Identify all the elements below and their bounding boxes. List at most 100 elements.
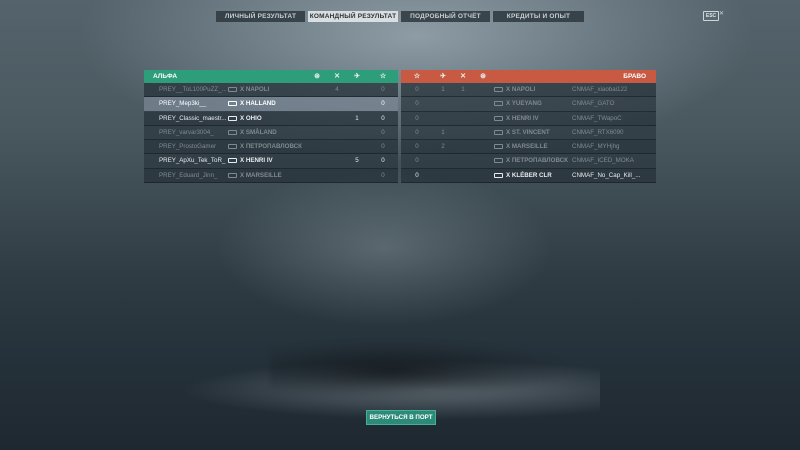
stat-score: 0 — [415, 100, 419, 108]
stat-kills: 5 — [355, 157, 359, 165]
ship-name: X MARSEILLE — [240, 171, 282, 179]
ship-class-icon — [494, 101, 503, 107]
return-to-port-button[interactable]: ВЕРНУТЬСЯ В ПОРТ — [366, 410, 436, 425]
team-bravo-list: 0 1 1 X NAPOLI CNMAF_xiaobai122 0 X YUEYANG CNM… — [401, 83, 656, 184]
player-row[interactable]: PREY_Eduard_Jinn_ X MARSEILLE 0 — [144, 168, 398, 184]
player-name: PREY_Classic_maestr... — [159, 114, 227, 122]
ship-name: X SMÅLAND — [240, 128, 277, 136]
stat-score: 0 — [381, 128, 385, 136]
player-name: PREY_Eduard_Jinn_ — [159, 171, 218, 179]
crossed-guns-icon: ✕ — [460, 73, 466, 80]
ship-name: X OHIO — [240, 114, 262, 122]
ship-class-icon — [494, 172, 503, 178]
ship-class-icon — [494, 87, 503, 92]
ship-name: X NAPOLI — [240, 86, 270, 93]
stat-score: 0 — [381, 100, 385, 108]
esc-key-icon[interactable]: ESC — [703, 11, 719, 21]
stat-score: 0 — [415, 143, 419, 151]
player-name: CNMAF_ICED_MOKA — [572, 157, 634, 165]
player-row[interactable]: PREY_Mep3ki__ X HALLAND 0 — [144, 97, 398, 112]
ship-name: X ПЕТРОПАВЛОВСК — [240, 143, 302, 151]
stat-kills: 1 — [461, 86, 465, 93]
crossed-guns-icon: ✕ — [334, 73, 340, 80]
stat-planes: 1 — [441, 86, 445, 93]
ship-class-icon — [494, 144, 503, 150]
background-ship — [270, 340, 570, 400]
result-tabs: ЛИЧНЫЙ РЕЗУЛЬТАТ КОМАНДНЫЙ РЕЗУЛЬТАТ ПОД… — [216, 11, 584, 22]
ship-class-icon — [228, 101, 237, 107]
player-name: CNMAF_RTX6090 — [572, 128, 624, 136]
team-alpha-header: АЛЬФА ⊛ ✕ ✈ ☆ — [144, 70, 398, 83]
ship-name: X HALLAND — [240, 100, 276, 108]
stat-score: 0 — [381, 114, 385, 122]
stat-score: 0 — [415, 171, 419, 179]
ship-name: X MARSEILLE — [506, 143, 548, 151]
ship-name: X YUEYANG — [506, 100, 542, 108]
player-row[interactable]: 0 1 X ST. VINCENT CNMAF_RTX6090 — [401, 125, 656, 141]
player-row[interactable]: PREY_Classic_maestr... X OHIO 1 0 — [144, 111, 398, 126]
stat-score: 0 — [381, 86, 385, 93]
player-name: PREY_ProstoGamer — [159, 143, 217, 151]
stat-score: 0 — [415, 86, 419, 93]
player-name: PREY__ToL100PuZZ_... — [159, 86, 227, 93]
stat-planes: 1 — [441, 128, 445, 136]
tab-team-result[interactable]: КОМАНДНЫЙ РЕЗУЛЬТАТ — [308, 11, 398, 22]
player-row[interactable]: PREY_ProstoGamer X ПЕТРОПАВЛОВСК 0 — [144, 140, 398, 155]
ribbon-icon: ⊛ — [314, 73, 320, 80]
player-name: PREY_Mep3ki__ — [159, 100, 207, 108]
team-bravo-name: БРАВО — [623, 73, 646, 80]
player-row[interactable]: 0 X ПЕТРОПАВЛОВСК CNMAF_ICED_MOKA — [401, 154, 656, 169]
team-alpha-name: АЛЬФА — [153, 73, 178, 80]
tab-credits-xp[interactable]: КРЕДИТЫ И ОПЫТ — [493, 11, 584, 22]
ship-name: X ST. VINCENT — [506, 128, 550, 136]
player-row[interactable]: 0 2 X MARSEILLE CNMAF_MYHjhg — [401, 140, 656, 155]
player-row[interactable]: PREY_varvar3004_ X SMÅLAND 0 — [144, 125, 398, 141]
ship-class-icon — [228, 129, 237, 135]
player-row[interactable]: 0 X KLÉBER CLR CNMAF_No_Cap_Kill_... — [401, 168, 656, 184]
tab-detailed-report[interactable]: ПОДРОБНЫЙ ОТЧЁТ — [401, 11, 490, 22]
ship-class-icon — [228, 172, 237, 178]
player-name: CNMAF_No_Cap_Kill_... — [572, 171, 641, 179]
ship-class-icon — [228, 158, 237, 164]
star-icon: ☆ — [379, 73, 387, 80]
close-icon[interactable]: ✕ — [719, 10, 724, 17]
stat-ribbons: 4 — [335, 86, 339, 93]
team-alpha-panel: АЛЬФА ⊛ ✕ ✈ ☆ PREY__ToL100PuZZ_... X NAPO… — [144, 70, 398, 184]
player-name: CNMAF_xiaobai122 — [572, 86, 628, 93]
ship-class-icon — [494, 115, 503, 121]
star-icon: ☆ — [413, 73, 421, 80]
stat-score: 0 — [381, 171, 385, 179]
player-row[interactable]: PREY_ApXu_Tek_ToR_ X HENRI IV 5 0 — [144, 154, 398, 169]
stat-score: 0 — [415, 157, 419, 165]
ship-name: X HENRI IV — [240, 157, 273, 165]
plane-icon: ✈ — [354, 73, 360, 80]
player-name: CNMAF_GATO — [572, 100, 615, 108]
player-name: CNMAF_TWapoC — [572, 114, 622, 122]
team-bravo-panel: ☆ ✈ ✕ ⊛ БРАВО 0 1 1 X NAPOLI CNMAF_xiaobai12… — [401, 70, 656, 184]
stat-score: 0 — [381, 143, 385, 151]
team-bravo-header: ☆ ✈ ✕ ⊛ БРАВО — [401, 70, 656, 83]
ship-name: X NAPOLI — [506, 86, 536, 93]
ship-name: X KLÉBER CLR — [506, 171, 552, 179]
player-name: CNMAF_MYHjhg — [572, 143, 620, 151]
ship-class-icon — [228, 115, 237, 121]
team-alpha-list: PREY__ToL100PuZZ_... X NAPOLI 4 0 PREY_Mep3k… — [144, 83, 398, 184]
ship-class-icon — [228, 144, 237, 150]
stat-score: 0 — [415, 114, 419, 122]
player-row[interactable]: 0 X HENRI IV CNMAF_TWapoC — [401, 111, 656, 126]
stat-kills: 1 — [355, 114, 359, 122]
player-row[interactable]: 0 1 1 X NAPOLI CNMAF_xiaobai122 — [401, 83, 656, 98]
ship-class-icon — [228, 87, 237, 92]
stat-score: 0 — [381, 157, 385, 165]
player-name: PREY_ApXu_Tek_ToR_ — [159, 157, 226, 165]
stat-planes: 2 — [441, 143, 445, 151]
player-name: PREY_varvar3004_ — [159, 128, 214, 136]
player-row[interactable]: PREY__ToL100PuZZ_... X NAPOLI 4 0 — [144, 83, 398, 98]
ship-name: X HENRI IV — [506, 114, 539, 122]
tab-personal-result[interactable]: ЛИЧНЫЙ РЕЗУЛЬТАТ — [216, 11, 305, 22]
ribbon-icon: ⊛ — [480, 73, 486, 80]
ship-class-icon — [494, 129, 503, 135]
stat-score: 0 — [415, 128, 419, 136]
player-row[interactable]: 0 X YUEYANG CNMAF_GATO — [401, 97, 656, 112]
ship-class-icon — [494, 158, 503, 164]
